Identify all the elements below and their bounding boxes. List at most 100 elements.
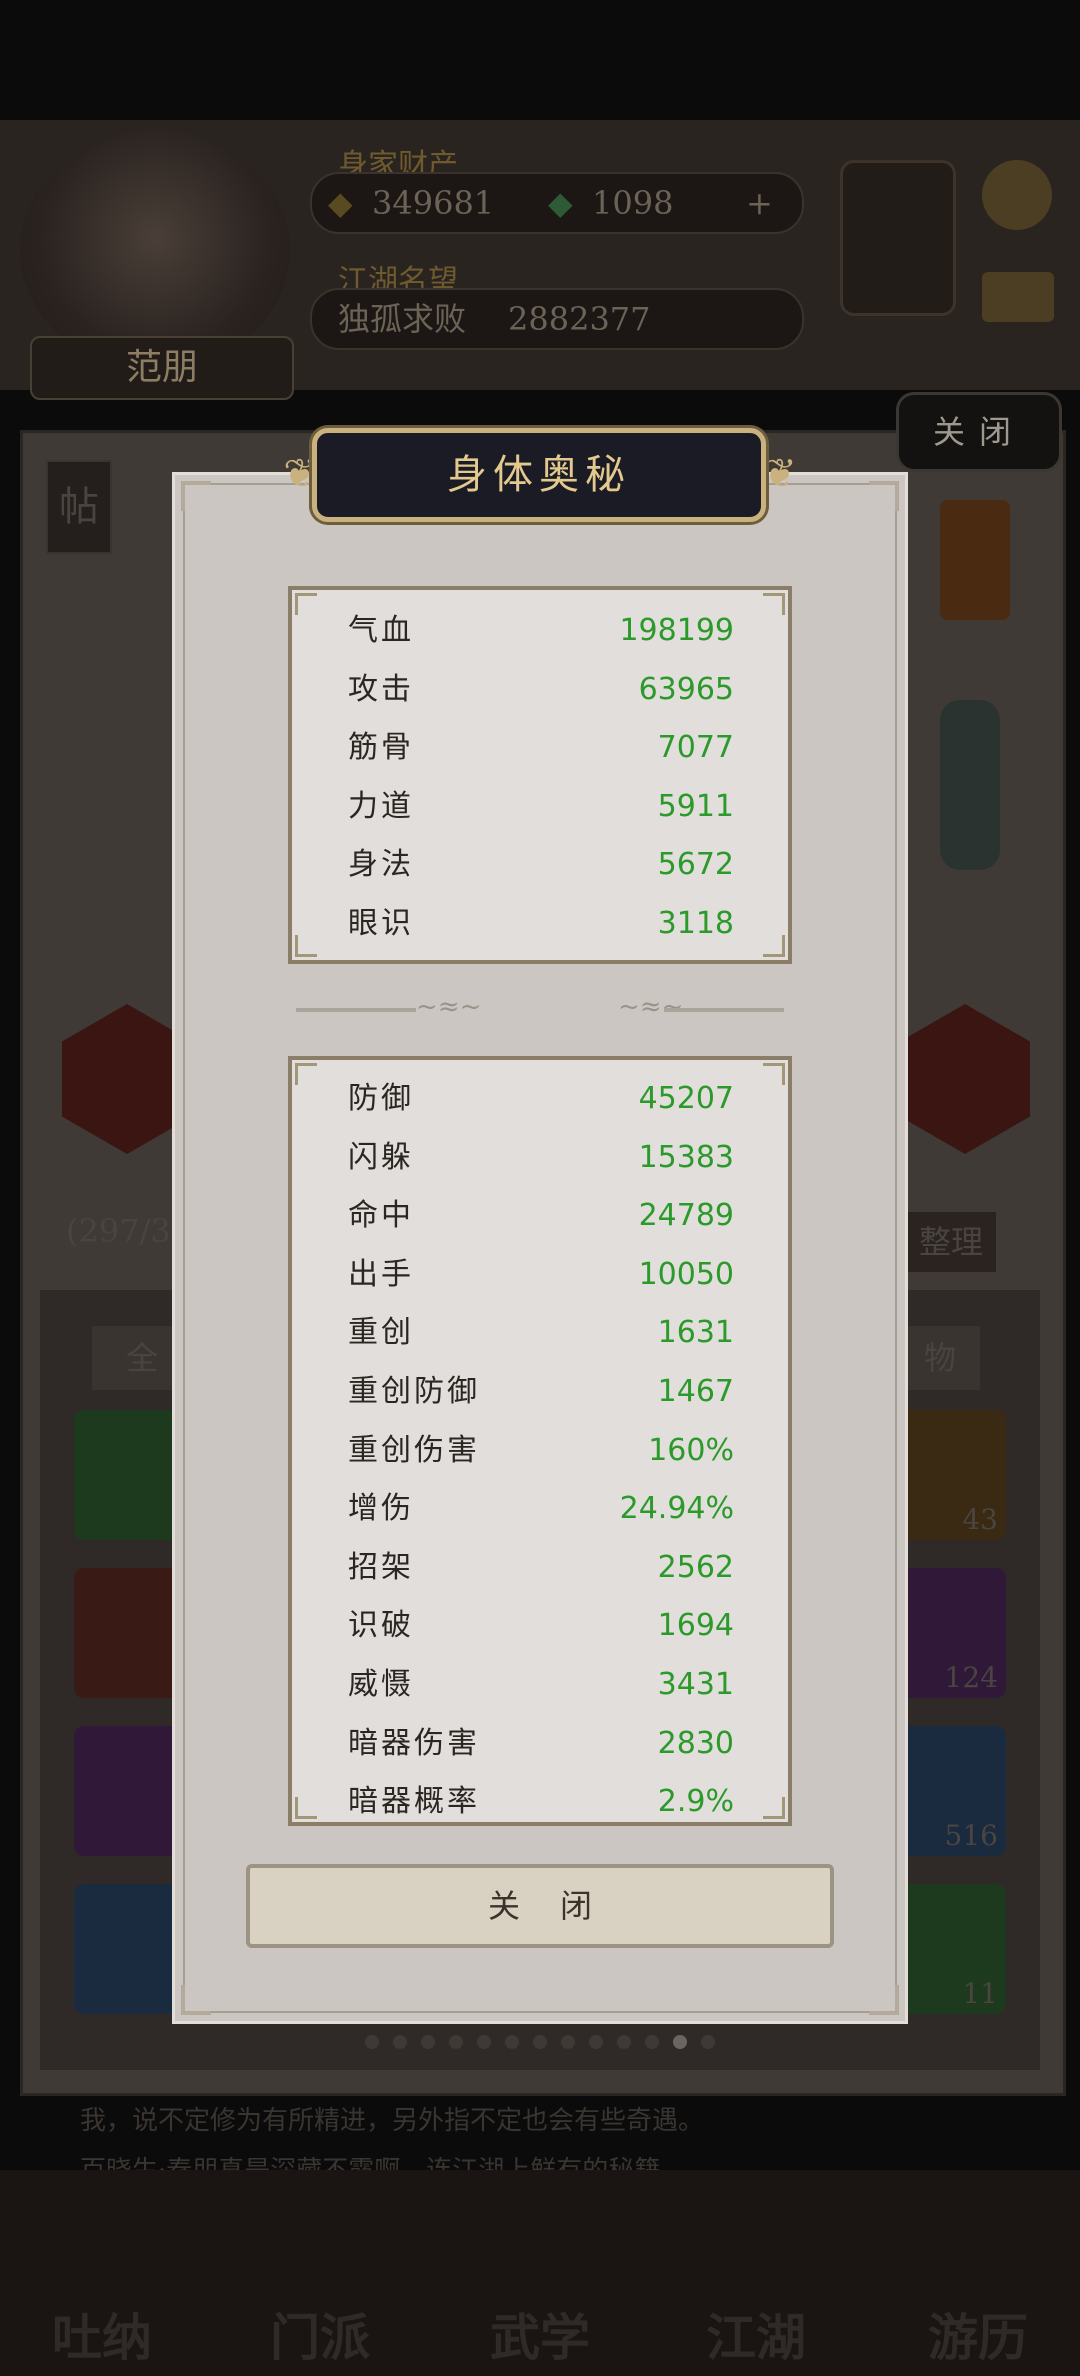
jade-dragon-icon: [940, 700, 1000, 870]
stat-row: 招架 2562: [292, 1539, 788, 1597]
page-dot[interactable]: [533, 2035, 547, 2049]
post-button[interactable]: 帖: [46, 460, 112, 554]
stat-value: 1631: [657, 1315, 734, 1351]
stat-name: 眼识: [348, 906, 414, 941]
story-text-line-1: 我，说不定修为有所精进，另外指不定也会有些奇遇。: [80, 2106, 705, 2136]
stat-row: 力道 5911: [292, 778, 788, 836]
page-dot[interactable]: [589, 2035, 603, 2049]
stat-name: 暗器伤害: [348, 1725, 480, 1761]
stat-row: 暗器伤害 2830: [292, 1715, 788, 1773]
page-dot[interactable]: [449, 2035, 463, 2049]
slot-count: 43: [962, 1503, 998, 1536]
stat-value: 198199: [619, 613, 734, 648]
primary-stats-box: 气血 198199 攻击 63965 筋骨 7077 力道 5911 身法 5672 眼识 3118: [288, 586, 792, 964]
player-avatar[interactable]: [20, 130, 290, 370]
slot-count: 124: [944, 1661, 998, 1694]
stat-value: 24789: [638, 1198, 734, 1234]
stat-value: 2.9%: [657, 1784, 734, 1820]
inventory-slot[interactable]: 11: [896, 1884, 1006, 2014]
gear-icon[interactable]: [982, 160, 1052, 230]
corner-ornament: [865, 481, 899, 515]
stat-name: 出手: [348, 1256, 414, 1292]
stat-name: 攻击: [348, 671, 414, 707]
stat-value: 1694: [657, 1608, 734, 1644]
page-dot[interactable]: [421, 2035, 435, 2049]
page-dot[interactable]: [561, 2035, 575, 2049]
wealth-bar: ◆ 349681 ◆ 1098 +: [310, 172, 804, 234]
nav-travel[interactable]: 游历: [928, 2298, 1028, 2370]
nav-martial-arts[interactable]: 武学: [490, 2298, 590, 2370]
stat-name: 招架: [348, 1549, 414, 1585]
stat-row: 筋骨 7077: [292, 719, 788, 777]
close-top-button[interactable]: 关闭: [896, 392, 1062, 472]
stat-row: 闪躲 15383: [292, 1129, 788, 1187]
inventory-slot[interactable]: [74, 1568, 184, 1698]
page-dot[interactable]: [701, 2035, 715, 2049]
stat-row: 重创 1631: [292, 1304, 788, 1362]
stat-row: 重创防御 1467: [292, 1363, 788, 1421]
fame-value: 2882377: [508, 300, 651, 338]
inventory-slot[interactable]: 124: [896, 1568, 1006, 1698]
stat-value: 2830: [657, 1725, 734, 1761]
sort-button[interactable]: 整理: [906, 1212, 996, 1272]
stat-row: 身法 5672: [292, 836, 788, 894]
divider-line-left: [296, 1008, 416, 1012]
stat-value: 10050: [638, 1256, 734, 1292]
page-dot[interactable]: [477, 2035, 491, 2049]
divider-ornament-left: ~≈~: [416, 992, 482, 1022]
mail-icon[interactable]: [982, 272, 1054, 322]
stat-value: 3431: [657, 1667, 734, 1702]
yin-yang-icon[interactable]: [840, 160, 956, 316]
player-name: 范朋: [30, 336, 294, 400]
page-dot[interactable]: [645, 2035, 659, 2049]
page-dot[interactable]: [673, 2035, 687, 2049]
secondary-stats-box[interactable]: 防御 45207 闪躲 15383 命中 24789 出手 10050 重创 1631 重创防御 14…: [288, 1056, 792, 1826]
inventory-slot[interactable]: [74, 1726, 184, 1856]
stat-name: 命中: [348, 1198, 414, 1234]
inventory-slot[interactable]: 43: [896, 1410, 1006, 1540]
stat-value: 7077: [657, 730, 734, 766]
stat-name: 防御: [348, 1081, 414, 1116]
tab-item[interactable]: 物: [900, 1326, 980, 1390]
stat-row: 攻击 63965: [292, 661, 788, 719]
gold-ingot-icon: ◆: [328, 184, 353, 222]
nav-tuna[interactable]: 吐纳: [52, 2298, 152, 2370]
stat-row: 命中 24789: [292, 1187, 788, 1245]
stat-row: 识破 1694: [292, 1597, 788, 1655]
stat-value: 63965: [638, 671, 734, 707]
page-dot[interactable]: [393, 2035, 407, 2049]
gold-value: 349681: [372, 184, 495, 222]
jade-icon: ◆: [548, 184, 573, 222]
stat-row: 增伤 24.94%: [292, 1480, 788, 1538]
inventory-slot[interactable]: [74, 1410, 184, 1540]
nav-sect[interactable]: 门派: [270, 2298, 370, 2370]
stat-name: 重创伤害: [348, 1432, 480, 1468]
fame-title: 独孤求败: [338, 300, 467, 338]
jade-value: 1098: [592, 184, 674, 222]
fame-bar: 独孤求败 2882377: [310, 288, 804, 350]
stat-value: 3118: [657, 906, 734, 941]
stat-row: 重创伤害 160%: [292, 1422, 788, 1480]
stat-value: 2562: [657, 1549, 734, 1585]
stat-row: 眼识 3118: [292, 895, 788, 953]
lantern-icon[interactable]: [940, 500, 1010, 620]
stat-value: 5672: [657, 847, 734, 883]
close-button[interactable]: 关闭: [246, 1864, 834, 1948]
stat-name: 增伤: [348, 1491, 414, 1527]
nav-jianghu[interactable]: 江湖: [706, 2298, 806, 2370]
stat-name: 力道: [348, 788, 414, 824]
page-dot[interactable]: [365, 2035, 379, 2049]
inventory-slot[interactable]: 516: [896, 1726, 1006, 1856]
page-dot[interactable]: [617, 2035, 631, 2049]
stat-name: 识破: [348, 1608, 414, 1644]
slot-count: 516: [944, 1819, 998, 1852]
stat-name: 威慑: [348, 1667, 414, 1702]
dialog-title: 身体奥秘: [447, 452, 631, 498]
inventory-slot[interactable]: [74, 1884, 184, 2014]
stat-row: 气血 198199: [292, 602, 788, 660]
page-dot[interactable]: [505, 2035, 519, 2049]
stat-value: 15383: [638, 1139, 734, 1175]
stat-name: 闪躲: [348, 1139, 414, 1175]
stat-name: 暗器概率: [348, 1784, 480, 1820]
add-currency-button[interactable]: +: [746, 174, 773, 232]
